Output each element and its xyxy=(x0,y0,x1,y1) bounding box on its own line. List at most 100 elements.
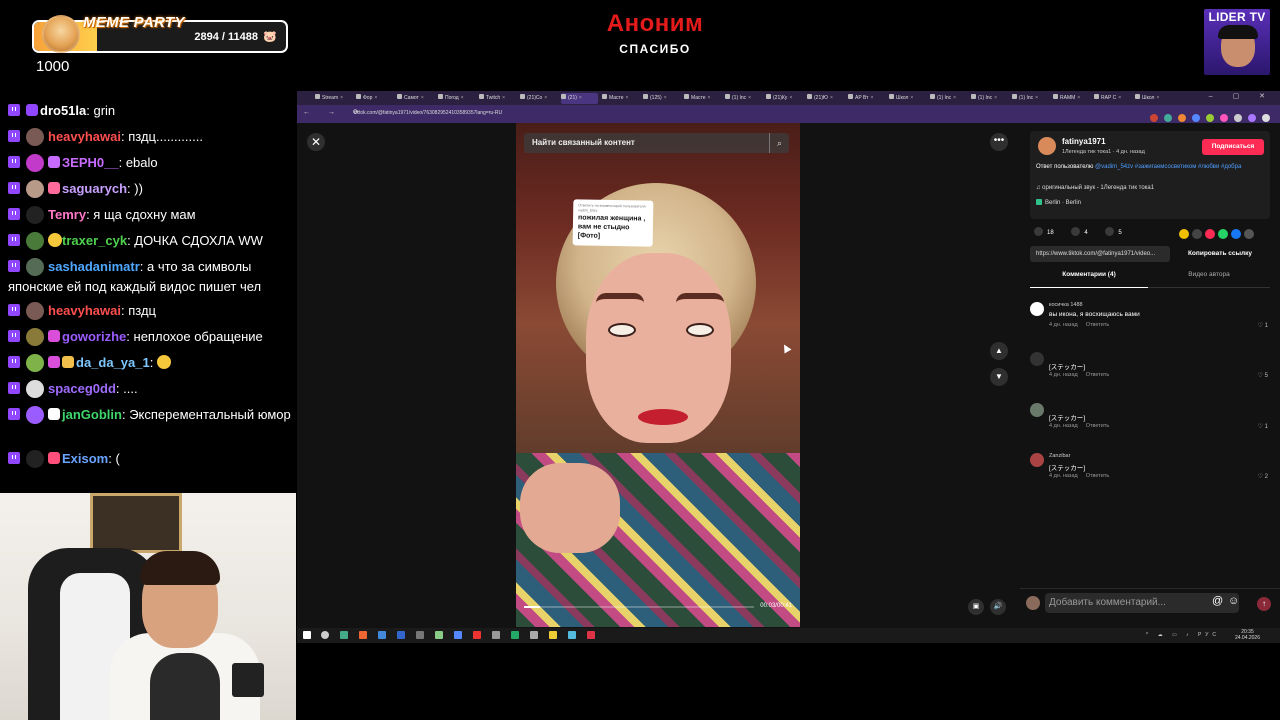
emoji-icon[interactable]: ☺ xyxy=(1228,595,1239,607)
app-icon[interactable] xyxy=(511,631,519,639)
extension-icon[interactable] xyxy=(1234,114,1242,122)
app-icon[interactable] xyxy=(492,631,500,639)
author-name[interactable]: fatinya1971 xyxy=(1062,137,1106,146)
send-comment-button[interactable]: ↑ xyxy=(1257,597,1271,611)
chat-username[interactable]: sashadanimatr xyxy=(48,259,140,274)
share-icon[interactable] xyxy=(1179,229,1189,239)
menu-icon[interactable] xyxy=(1262,114,1270,122)
tab-close-icon[interactable]: × xyxy=(626,95,629,101)
browser-tab[interactable]: (1) Inc × xyxy=(930,93,967,104)
browser-tab[interactable]: Погод × xyxy=(438,93,475,104)
video-player[interactable]: Ответить на комментарий пользователя vad… xyxy=(516,123,800,627)
browser-tab[interactable]: (21) × xyxy=(561,93,598,104)
tab-close-icon[interactable]: × xyxy=(1118,95,1121,101)
like-stat[interactable]: 18 xyxy=(1034,227,1054,236)
comment-user[interactable]: Zanzibar xyxy=(1049,453,1070,459)
extension-icon[interactable] xyxy=(1192,114,1200,122)
browser-tab[interactable]: RAP C × xyxy=(1094,93,1131,104)
browser-tab[interactable]: Самот × xyxy=(397,93,434,104)
tab-close-icon[interactable]: × xyxy=(994,95,997,101)
tab-close-icon[interactable]: × xyxy=(1077,95,1080,101)
pip-button[interactable]: ▣ xyxy=(968,599,984,615)
subscribe-button[interactable]: Подписаться xyxy=(1202,139,1264,155)
app-icon[interactable] xyxy=(587,631,595,639)
author-avatar[interactable] xyxy=(1038,137,1056,155)
browser-tab[interactable]: Масте × xyxy=(602,93,639,104)
tab-close-icon[interactable]: × xyxy=(910,95,913,101)
chat-username[interactable]: da_da_ya_1 xyxy=(76,355,150,370)
comment-user[interactable]: косичка 1488 xyxy=(1049,302,1083,308)
browser-tab[interactable]: (21)Ю × xyxy=(807,93,844,104)
chat-username[interactable]: Exisom xyxy=(62,451,108,466)
comment-stat[interactable]: 4 xyxy=(1071,227,1088,236)
comment-like[interactable]: ♡ 1 xyxy=(1258,423,1268,430)
forward-icon[interactable] xyxy=(1244,229,1254,239)
app-icon[interactable] xyxy=(435,631,443,639)
chat-username[interactable]: Temry xyxy=(48,207,86,222)
extension-icon[interactable] xyxy=(1206,114,1214,122)
browser-tab[interactable]: (1) Inc × xyxy=(971,93,1008,104)
reply-button[interactable]: Ответить xyxy=(1086,322,1110,328)
tab-close-icon[interactable]: × xyxy=(870,95,873,101)
search-icon[interactable]: ⌕ xyxy=(769,133,789,153)
tab-close-icon[interactable]: × xyxy=(1156,95,1159,101)
chat-username[interactable]: ЗЕРН0__ xyxy=(62,155,119,170)
comment-like[interactable]: ♡ 1 xyxy=(1258,322,1268,329)
reply-button[interactable]: Ответить xyxy=(1086,473,1110,479)
sound-link[interactable]: ♫ оригинальный звук - 1Легенда тик тока1 xyxy=(1036,185,1154,191)
location-link[interactable]: Berlin · Berlin xyxy=(1036,199,1081,206)
volume-button[interactable]: 🔊 xyxy=(990,599,1006,615)
embed-icon[interactable] xyxy=(1192,229,1202,239)
chat-username[interactable]: traxer_cyk xyxy=(62,233,127,248)
tab-author-videos[interactable]: Видео автора xyxy=(1148,271,1270,288)
tab-close-icon[interactable]: × xyxy=(789,95,792,101)
system-tray[interactable]: ^ ☁ ▭ ♪ РУС xyxy=(1146,632,1220,638)
close-button[interactable]: ✕ xyxy=(307,133,325,151)
app-icon[interactable] xyxy=(416,631,424,639)
avatar[interactable] xyxy=(1030,403,1044,417)
app-icon[interactable] xyxy=(397,631,405,639)
description-tags[interactable]: @vadim_54zv #зажигаемсосветиком #любви #… xyxy=(1095,164,1241,170)
app-icon[interactable] xyxy=(340,631,348,639)
browser-tab[interactable]: (21)Ку × xyxy=(766,93,803,104)
app-icon[interactable] xyxy=(530,631,538,639)
extension-icon[interactable] xyxy=(1220,114,1228,122)
tab-close-icon[interactable]: × xyxy=(664,95,667,101)
tab-close-icon[interactable]: × xyxy=(579,95,582,101)
taskbar-clock[interactable]: 20:35 24.04.2026 xyxy=(1235,629,1260,641)
tab-close-icon[interactable]: × xyxy=(544,95,547,101)
chat-username[interactable]: goworizhe xyxy=(62,329,126,344)
browser-tab[interactable]: Twitch × xyxy=(479,93,516,104)
extension-icon[interactable] xyxy=(1150,114,1158,122)
reply-button[interactable]: Ответить xyxy=(1086,372,1110,378)
comment-like[interactable]: ♡ 5 xyxy=(1258,372,1268,379)
tab-close-icon[interactable]: × xyxy=(1035,95,1038,101)
app-icon[interactable] xyxy=(473,631,481,639)
extension-icon[interactable] xyxy=(1178,114,1186,122)
video-progress-bar[interactable] xyxy=(524,606,754,608)
chat-username[interactable]: saguarych xyxy=(62,181,127,196)
tab-close-icon[interactable]: × xyxy=(374,95,377,101)
avatar[interactable] xyxy=(1030,302,1044,316)
previous-video-button[interactable]: ▲ xyxy=(990,342,1008,360)
browser-tab[interactable]: Масте × xyxy=(684,93,721,104)
save-stat[interactable]: 5 xyxy=(1105,227,1122,236)
tab-close-icon[interactable]: × xyxy=(830,95,833,101)
extension-icon[interactable] xyxy=(1164,114,1172,122)
browser-tab[interactable]: (125) × xyxy=(643,93,680,104)
app-icon[interactable] xyxy=(549,631,557,639)
tab-comments[interactable]: Комментарии (4) xyxy=(1030,271,1148,288)
browser-tab[interactable]: (1) Inc × xyxy=(725,93,762,104)
browser-tab[interactable]: (21)Со × xyxy=(520,93,557,104)
copy-link-button[interactable]: Копировать ссылку xyxy=(1170,246,1270,262)
comment-like[interactable]: ♡ 2 xyxy=(1258,473,1268,480)
window-controls[interactable]: – ▢ ✕ xyxy=(1209,92,1274,100)
avatar[interactable] xyxy=(1030,352,1044,366)
start-icon[interactable] xyxy=(303,631,311,639)
video-link-field[interactable]: https://www.tiktok.com/@fatinya1971/vide… xyxy=(1030,246,1170,262)
avatar[interactable] xyxy=(1030,453,1044,467)
send-icon[interactable] xyxy=(1205,229,1215,239)
comment-input[interactable]: Добавить комментарий... xyxy=(1045,593,1239,613)
tab-close-icon[interactable]: × xyxy=(502,95,505,101)
tab-close-icon[interactable]: × xyxy=(461,95,464,101)
